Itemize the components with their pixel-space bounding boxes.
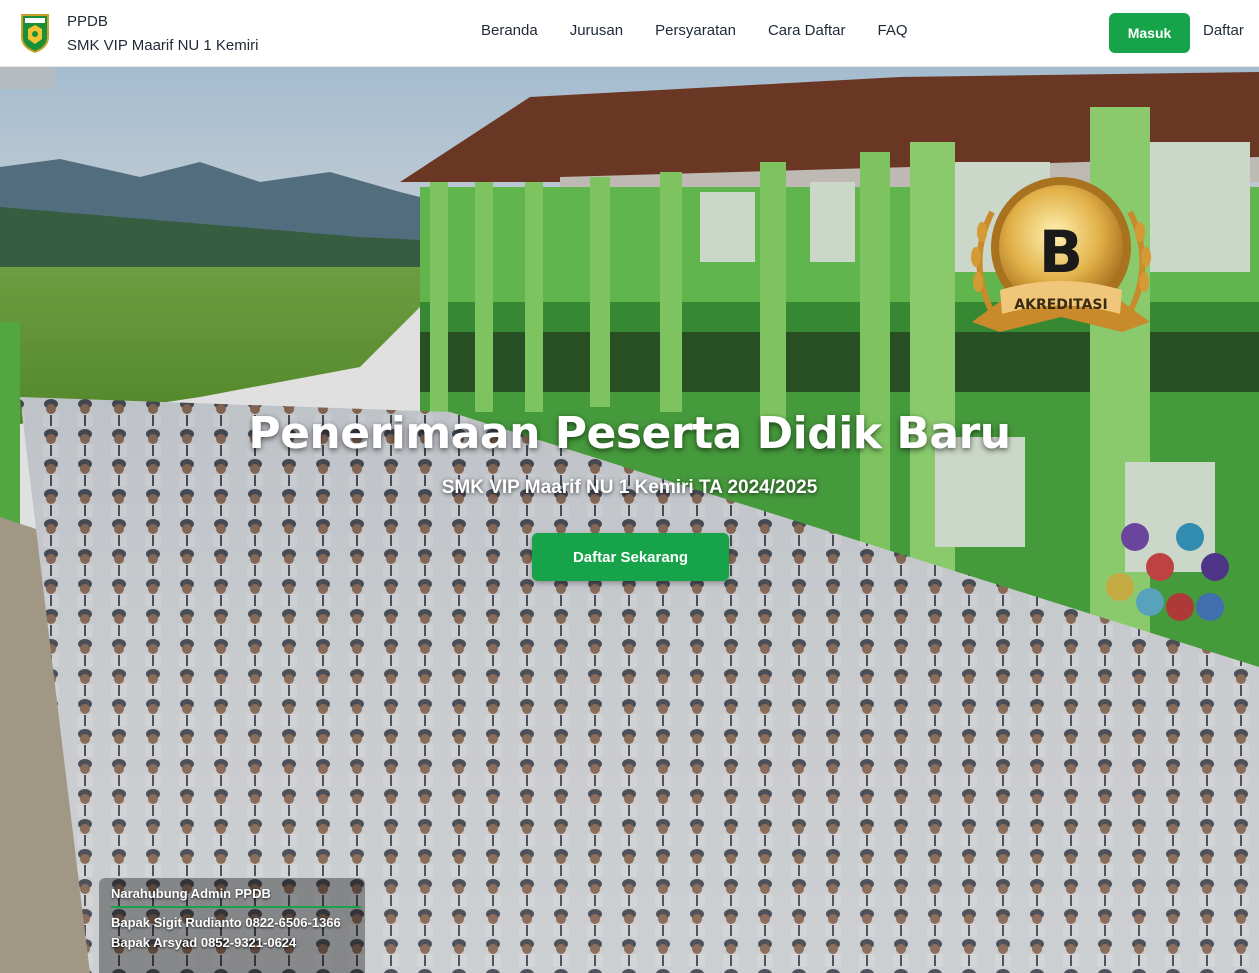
badge-label: AKREDITASI bbox=[1014, 297, 1107, 313]
accreditation-badge: B AKREDITASI bbox=[971, 177, 1151, 332]
contact-line[interactable]: Bapak Sigit Rudianto 0822-6506-1366 bbox=[111, 913, 353, 933]
nav-faq[interactable]: FAQ bbox=[878, 22, 908, 39]
nav-cara-daftar[interactable]: Cara Daftar bbox=[768, 22, 846, 39]
nav-persyaratan[interactable]: Persyaratan bbox=[655, 22, 736, 39]
school-shield-logo-icon bbox=[21, 14, 49, 53]
register-now-button[interactable]: Daftar Sekarang bbox=[532, 533, 729, 581]
contact-title: Narahubung Admin PPDB bbox=[111, 886, 271, 901]
hero-title: Penerimaan Peserta Didik Baru bbox=[248, 408, 1011, 459]
login-button[interactable]: Masuk bbox=[1109, 13, 1190, 53]
brand[interactable]: PPDB SMK VIP Maarif NU 1 Kemiri bbox=[20, 10, 258, 58]
brand-short: PPDB bbox=[67, 13, 108, 30]
top-navbar: PPDB SMK VIP Maarif NU 1 Kemiri Beranda … bbox=[0, 0, 1259, 67]
contact-box: Narahubung Admin PPDB Bapak Sigit Rudian… bbox=[99, 878, 365, 973]
badge-grade: B bbox=[1039, 218, 1083, 286]
brand-name: SMK VIP Maarif NU 1 Kemiri bbox=[67, 37, 259, 54]
hero-subtitle: SMK VIP Maarif NU 1 Kemiri TA 2024/2025 bbox=[441, 477, 818, 498]
contact-divider bbox=[111, 906, 361, 908]
contact-line[interactable]: Bapak Arsyad 0852-9321-0624 bbox=[111, 933, 353, 953]
register-link[interactable]: Daftar bbox=[1203, 22, 1244, 39]
nav-jurusan[interactable]: Jurusan bbox=[570, 22, 623, 39]
nav-beranda[interactable]: Beranda bbox=[481, 22, 538, 39]
hero-section: B AKREDITASI Penerimaan Peserta Didik Ba… bbox=[0, 67, 1259, 973]
main-nav: Beranda Jurusan Persyaratan Cara Daftar … bbox=[481, 22, 940, 39]
